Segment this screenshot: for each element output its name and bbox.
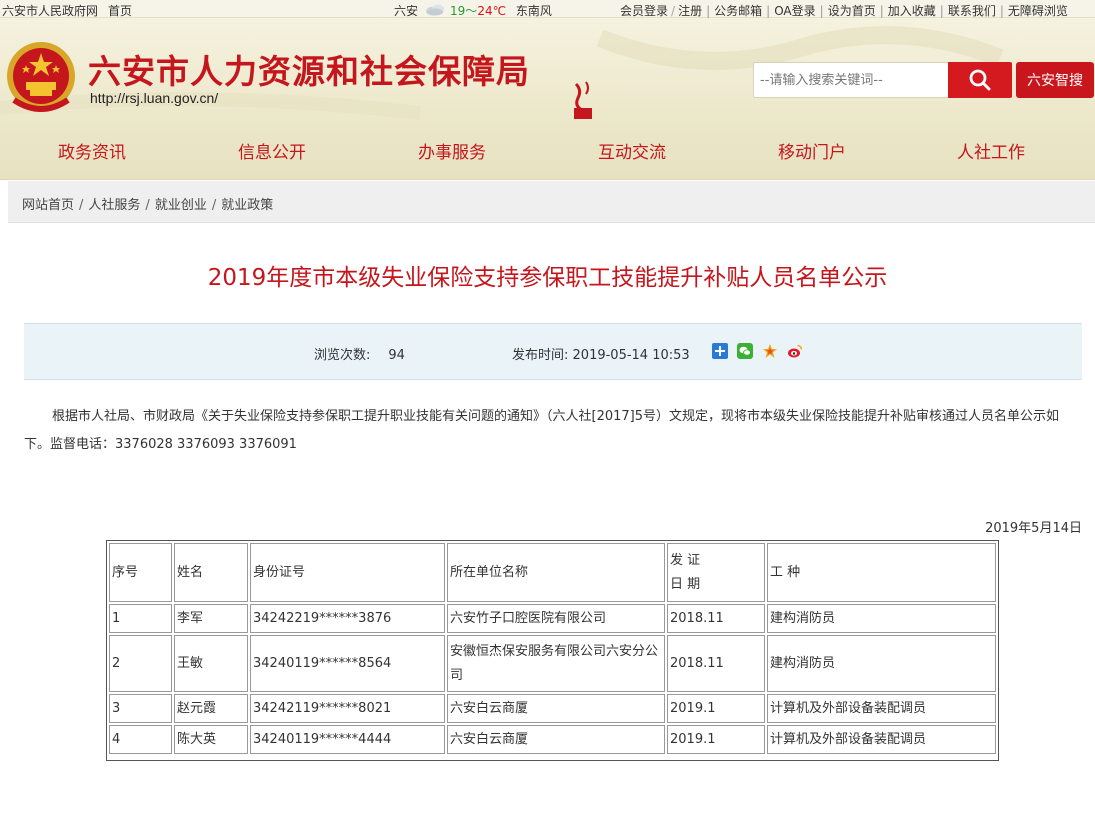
search-icon <box>969 69 991 91</box>
breadcrumb-home[interactable]: 网站首页 <box>22 198 74 213</box>
article-meta: 浏览次数: 94 发布时间: 2019-05-14 10:53 <box>24 323 1082 380</box>
weather-temp: 19～24℃ <box>450 4 506 18</box>
weather-wind: 东南风 <box>515 4 552 18</box>
top-bar: 六安市人民政府网 首页 六安 19～24℃ 东南风 会员登录 / 注册 | 公务邮箱 | OA登… <box>0 0 1095 18</box>
cell-date: 2018.11 <box>667 635 765 692</box>
weibo-icon[interactable] <box>787 343 803 359</box>
nav-item-info-disclosure[interactable]: 信息公开 <box>238 138 306 163</box>
site-url: http://rsj.luan.gov.cn/ <box>90 90 219 106</box>
views-label: 浏览次数: <box>314 348 371 363</box>
cell-id: 34242119******8021 <box>250 694 445 723</box>
search-input[interactable] <box>760 63 946 97</box>
seal-stamp-icon <box>574 81 592 119</box>
contact-link[interactable]: 联系我们 <box>948 4 996 18</box>
table-header-row: 序号 姓名 身份证号 所在单位名称 发 证日 期 工 种 <box>109 543 996 602</box>
table-row: 4 陈大英 34240119******4444 六安白云商厦 2019.1 计… <box>109 725 996 754</box>
home-link[interactable]: 首页 <box>108 4 132 18</box>
add-favorite-link[interactable]: 加入收藏 <box>888 4 936 18</box>
header-issue-date-line2: 日 期 <box>670 576 701 592</box>
breadcrumb: 网站首页 / 人社服务 / 就业创业 / 就业政策 <box>8 181 1095 223</box>
header-no: 序号 <box>109 543 172 602</box>
cell-org: 六安竹子口腔医院有限公司 <box>447 604 665 633</box>
cell-date: 2019.1 <box>667 694 765 723</box>
cell-date: 2019.1 <box>667 725 765 754</box>
nav-item-services[interactable]: 办事服务 <box>418 138 486 163</box>
register-link[interactable]: 注册 <box>678 4 702 18</box>
cell-no: 4 <box>109 725 172 754</box>
pub-time-value: 2019-05-14 10:53 <box>572 348 690 363</box>
set-homepage-link[interactable]: 设为首页 <box>828 4 876 18</box>
favorite-star-icon[interactable] <box>762 343 778 359</box>
views-value: 94 <box>388 348 405 363</box>
cell-org: 安徽恒杰保安服务有限公司六安分公司 <box>447 635 665 692</box>
cell-name: 李军 <box>174 604 248 633</box>
cell-job: 建构消防员 <box>767 604 996 633</box>
cell-id: 34240119******8564 <box>250 635 445 692</box>
article-title: 2019年度市本级失业保险支持参保职工技能提升补贴人员名单公示 <box>207 265 888 291</box>
cell-no: 2 <box>109 635 172 692</box>
table-row: 2 王敏 34240119******8564 安徽恒杰保安服务有限公司六安分公… <box>109 635 996 692</box>
header-job: 工 种 <box>767 543 996 602</box>
cell-id: 34240119******4444 <box>250 725 445 754</box>
cell-org: 六安白云商厦 <box>447 694 665 723</box>
cloudy-weather-icon <box>426 4 445 16</box>
table-row: 1 李军 34242219******3876 六安竹子口腔医院有限公司 201… <box>109 604 996 633</box>
cell-name: 王敏 <box>174 635 248 692</box>
cell-name: 陈大英 <box>174 725 248 754</box>
site-header: 六安市人力资源和社会保障局 http://rsj.luan.gov.cn/ 六安… <box>0 18 1095 124</box>
cell-no: 3 <box>109 694 172 723</box>
article-body: 根据市人社局、市财政局《关于失业保险支持参保职工提升职业技能有关问题的通知》（六… <box>24 409 1059 452</box>
share-plus-icon[interactable] <box>712 343 728 359</box>
cell-job: 计算机及外部设备装配调员 <box>767 694 996 723</box>
header-name: 姓名 <box>174 543 248 602</box>
pub-label: 发布时间: <box>512 348 569 363</box>
smart-search-button[interactable]: 六安智搜 <box>1016 62 1094 98</box>
weather-city: 六安 <box>394 4 419 18</box>
accessibility-link[interactable]: 无障碍浏览 <box>1008 4 1068 18</box>
table-row: 3 赵元霞 34242119******8021 六安白云商厦 2019.1 计… <box>109 694 996 723</box>
subsidy-list-table: 序号 姓名 身份证号 所在单位名称 发 证日 期 工 种 1 李军 342422… <box>106 540 999 761</box>
header-issue-date: 发 证日 期 <box>667 543 765 602</box>
cell-job: 建构消防员 <box>767 635 996 692</box>
main-nav: 政务资讯 信息公开 办事服务 互动交流 移动门户 人社工作 <box>0 124 1095 180</box>
cell-job: 计算机及外部设备装配调员 <box>767 725 996 754</box>
header-org: 所在单位名称 <box>447 543 665 602</box>
cell-date: 2018.11 <box>667 604 765 633</box>
member-login-link[interactable]: 会员登录 <box>620 4 668 18</box>
cell-id: 34242219******3876 <box>250 604 445 633</box>
cell-no: 1 <box>109 604 172 633</box>
oa-login-link[interactable]: OA登录 <box>774 4 815 18</box>
nav-item-hr-work[interactable]: 人社工作 <box>957 138 1025 163</box>
breadcrumb-employment[interactable]: 就业创业 <box>155 198 207 213</box>
header-id: 身份证号 <box>250 543 445 602</box>
temp-low: 19 <box>450 4 466 18</box>
view-count: 浏览次数: 94 <box>314 344 405 363</box>
temp-sep: ～ <box>465 4 478 18</box>
breadcrumb-hr-service[interactable]: 人社服务 <box>88 198 140 213</box>
cell-org: 六安白云商厦 <box>447 725 665 754</box>
breadcrumb-policy[interactable]: 就业政策 <box>221 198 273 213</box>
search-box <box>753 62 1012 98</box>
gov-site-link[interactable]: 六安市人民政府网 <box>2 4 98 18</box>
temp-high: 24℃ <box>477 4 507 18</box>
weather-widget: 六安 19～24℃ 东南风 <box>394 2 552 19</box>
nav-item-interaction[interactable]: 互动交流 <box>598 138 666 163</box>
national-emblem-icon <box>7 42 75 112</box>
wechat-icon[interactable] <box>737 343 754 359</box>
cell-name: 赵元霞 <box>174 694 248 723</box>
search-button[interactable] <box>948 62 1012 98</box>
share-buttons <box>712 343 808 359</box>
mail-link[interactable]: 公务邮箱 <box>714 4 762 18</box>
top-links: 会员登录 / 注册 | 公务邮箱 | OA登录 | 设为首页 | 加入收藏 | 联系我们 | 无障碍浏览 <box>620 4 1068 18</box>
top-bar-left: 六安市人民政府网 首页 <box>2 2 142 19</box>
nav-item-mobile[interactable]: 移动门户 <box>778 138 846 163</box>
nav-item-news[interactable]: 政务资讯 <box>58 138 126 163</box>
site-name: 六安市人力资源和社会保障局 <box>88 52 530 91</box>
publish-time: 发布时间: 2019-05-14 10:53 <box>512 344 690 363</box>
header-issue-date-line1: 发 证 <box>670 552 701 568</box>
article-date: 2019年5月14日 <box>985 521 1082 536</box>
